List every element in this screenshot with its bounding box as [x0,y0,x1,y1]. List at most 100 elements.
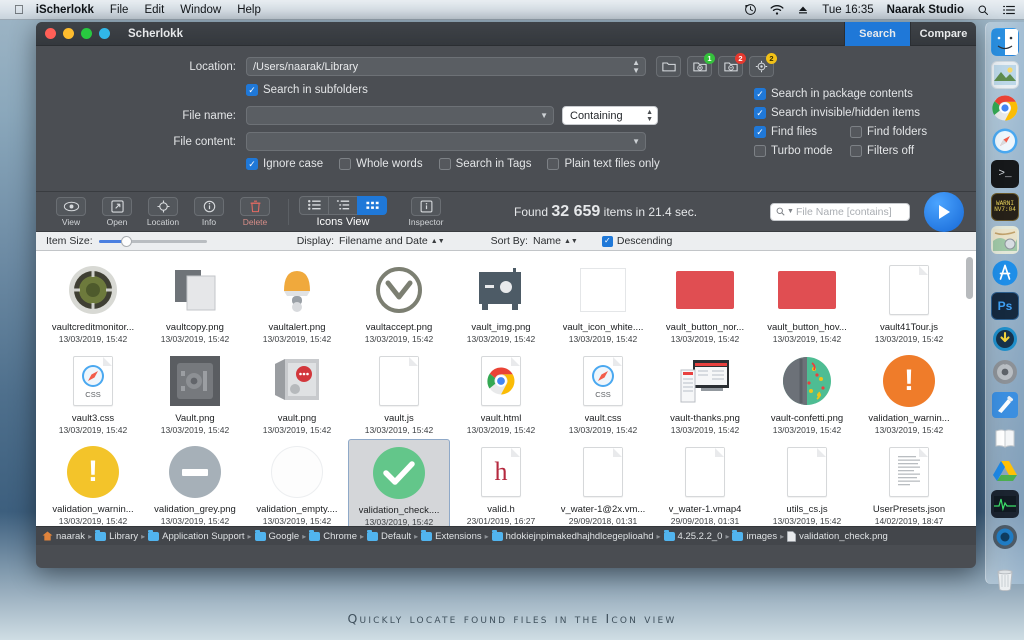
menu-item-window[interactable]: Window [180,4,221,16]
breadcrumb-item[interactable]: Library [95,531,138,542]
dock-item-safari[interactable] [991,127,1019,155]
menu-item-file[interactable]: File [110,4,129,16]
user-name[interactable]: Naarak Studio [887,4,964,16]
breadcrumb-item[interactable]: Extensions [421,531,481,542]
file-item-selected[interactable]: validation_check.... 13/03/2019, 15:42 [348,439,450,526]
file-item[interactable]: utils_cs.js 13/03/2019, 15:42 [756,439,858,526]
file-item[interactable]: validation_grey.png 13/03/2019, 15:42 [144,439,246,526]
item-size-slider[interactable] [99,240,207,243]
icons-view-button[interactable] [357,196,387,215]
search-hidden-items-checkbox[interactable]: ✓ Search invisible/hidden items [754,107,920,119]
dock-item-preview[interactable] [991,61,1019,89]
apple-menu-icon[interactable]:  [14,3,24,16]
breadcrumb-item-home[interactable]: naarak [42,531,85,542]
search-icon[interactable] [977,4,989,16]
info-button[interactable]: Info [186,197,232,227]
find-folders-checkbox[interactable]: Find folders [850,126,927,138]
slider-knob[interactable] [121,236,132,247]
file-item[interactable]: CSS vault3.css 13/03/2019, 15:42 [42,348,144,439]
list-view-button[interactable] [299,196,329,215]
dock-item-terminal[interactable]: >_ [991,160,1019,188]
ignore-case-checkbox[interactable]: ✓ Ignore case [246,158,323,170]
breadcrumb-item[interactable]: images [732,531,777,542]
close-button[interactable] [45,28,56,39]
file-item[interactable]: vaultalert.png 13/03/2019, 15:42 [246,257,348,348]
dock-item-xcode[interactable] [991,391,1019,419]
view-button[interactable]: View [48,197,94,227]
control-center-icon[interactable] [1002,4,1016,16]
file-item[interactable]: validation_empty.... 13/03/2019, 15:42 [246,439,348,526]
dock-item-warning-app[interactable]: WARNINV7:04 [991,193,1019,221]
dock-item-finder[interactable] [991,28,1019,56]
sort-by-select[interactable]: Name ▲▼ [533,235,578,247]
grid-scrollbar[interactable] [966,257,973,299]
file-item[interactable]: v_water-1.vmap4 29/09/2018, 01:31 [654,439,756,526]
start-search-button[interactable] [924,192,964,232]
search-in-tags-checkbox[interactable]: Search in Tags [439,158,532,170]
file-item[interactable]: vault-thanks.png 13/03/2019, 15:42 [654,348,756,439]
delete-button[interactable]: Delete [232,197,278,227]
breadcrumb-item[interactable]: Default [367,531,411,542]
whole-words-checkbox[interactable]: Whole words [339,158,422,170]
file-item[interactable]: ! validation_warnin... 13/03/2019, 15:42 [42,439,144,526]
include-folder-button[interactable]: 1 [687,56,712,77]
file-item[interactable]: CSS vault.css 13/03/2019, 15:42 [552,348,654,439]
file-item[interactable]: vaultaccept.png 13/03/2019, 15:42 [348,257,450,348]
file-item[interactable]: vaultcreditmonitor... 13/03/2019, 15:42 [42,257,144,348]
filter-search-input[interactable]: ▼ File Name [contains] [770,203,910,221]
dock-item-activity-monitor[interactable] [991,490,1019,518]
file-item[interactable]: vault_button_hov... 13/03/2019, 15:42 [756,257,858,348]
file-item[interactable]: vault_img.png 13/03/2019, 15:42 [450,257,552,348]
dock-item-google-drive[interactable] [991,457,1019,485]
tab-compare[interactable]: Compare [910,22,976,46]
breadcrumb-item[interactable]: Application Support [148,531,244,542]
dock-item-app-store[interactable] [991,259,1019,287]
tree-view-button[interactable] [328,196,358,215]
file-item[interactable]: vault_button_nor... 13/03/2019, 15:42 [654,257,756,348]
file-item[interactable]: vault.html 13/03/2019, 15:42 [450,348,552,439]
dock-item-system-preferences[interactable] [991,358,1019,386]
inspector-button[interactable]: Inspector [399,197,453,227]
extra-window-button[interactable] [99,28,110,39]
menu-item-help[interactable]: Help [237,4,261,16]
file-item[interactable]: h valid.h 23/01/2019, 16:27 [450,439,552,526]
dock-item-textedit[interactable] [991,424,1019,452]
minimize-button[interactable] [63,28,74,39]
filecontent-input[interactable]: ▼ [246,132,646,151]
breadcrumb-item-file[interactable]: validation_check.png [787,531,888,542]
settings-button[interactable]: 2 [749,56,774,77]
search-subfolders-checkbox[interactable]: ✓ Search in subfolders [246,84,368,96]
turbo-mode-checkbox[interactable]: Turbo mode [754,145,850,157]
breadcrumb-item[interactable]: hdokiejnpimakedhajhdlcegeplioahd [492,531,654,542]
file-item[interactable]: vault_icon_white.... 13/03/2019, 15:42 [552,257,654,348]
wifi-icon[interactable] [770,4,784,16]
file-item[interactable]: Vault.png 13/03/2019, 15:42 [144,348,246,439]
file-item[interactable]: vault-confetti.png 13/03/2019, 15:42 [756,348,858,439]
filename-match-select[interactable]: Containing ▲▼ [562,106,658,125]
search-package-contents-checkbox[interactable]: ✓ Search in package contents [754,88,913,100]
dock-item-trash[interactable] [991,565,1019,593]
breadcrumb-item[interactable]: Chrome [309,531,357,542]
find-files-checkbox[interactable]: ✓ Find files [754,126,850,138]
file-item[interactable]: v_water-1@2x.vm... 29/09/2018, 01:31 [552,439,654,526]
dock-item-download-app[interactable] [991,325,1019,353]
breadcrumb-item[interactable]: Google [255,531,300,542]
menu-app-name[interactable]: iScherlokk [36,4,94,16]
dock-item-quicktime[interactable] [991,523,1019,551]
display-select[interactable]: Filename and Date ▲▼ [339,235,445,247]
file-item[interactable]: vault41Tour.js 13/03/2019, 15:42 [858,257,960,348]
file-item[interactable]: vault.png 13/03/2019, 15:42 [246,348,348,439]
eject-icon[interactable] [797,4,809,16]
open-button[interactable]: Open [94,197,140,227]
file-item[interactable]: ! validation_warnin... 13/03/2019, 15:42 [858,348,960,439]
file-item[interactable]: vaultcopy.png 13/03/2019, 15:42 [144,257,246,348]
breadcrumb-item[interactable]: 4.25.2.2_0 [664,531,723,542]
dock-item-map-app[interactable] [991,226,1019,254]
tab-search[interactable]: Search [844,22,910,46]
filters-off-checkbox[interactable]: Filters off [850,145,914,157]
descending-checkbox[interactable]: ✓ Descending [602,235,672,247]
menu-item-edit[interactable]: Edit [144,4,164,16]
plain-text-only-checkbox[interactable]: Plain text files only [547,158,659,170]
file-item[interactable]: vault.js 13/03/2019, 15:42 [348,348,450,439]
location-button[interactable]: Location [140,197,186,227]
